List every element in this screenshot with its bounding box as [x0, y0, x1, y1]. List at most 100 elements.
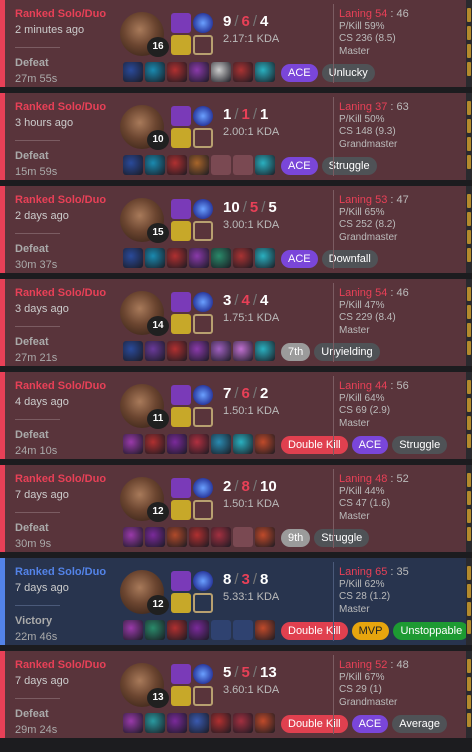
summoner-spell-icon[interactable] [193, 664, 213, 684]
participant-icon[interactable] [467, 194, 471, 208]
item-icon[interactable] [255, 434, 275, 454]
summoner-spell-icon[interactable] [193, 13, 213, 33]
participant-icon[interactable] [467, 44, 471, 58]
item-icon[interactable] [167, 248, 187, 268]
item-icon[interactable] [145, 527, 165, 547]
participant-icon[interactable] [467, 398, 471, 412]
summoner-spell-flash-icon[interactable] [171, 571, 191, 591]
item-icon[interactable] [255, 62, 275, 82]
summoner-spell-icon[interactable] [193, 292, 213, 312]
item-icon[interactable] [167, 713, 187, 733]
item-icon[interactable] [211, 248, 231, 268]
participant-icon[interactable] [467, 62, 471, 76]
item-icon[interactable] [211, 341, 231, 361]
item-icon[interactable] [145, 62, 165, 82]
item-icon[interactable] [189, 248, 209, 268]
item-icon[interactable] [255, 341, 275, 361]
keystone-rune-icon[interactable] [171, 314, 191, 334]
secondary-rune-icon[interactable] [193, 221, 213, 241]
item-icon[interactable] [145, 248, 165, 268]
keystone-rune-icon[interactable] [171, 128, 191, 148]
participant-icon[interactable] [467, 323, 471, 337]
match-card[interactable]: Ranked Solo/Duo 2 days ago Defeat 30m 37s 15… [0, 186, 472, 273]
summoner-spell-flash-icon[interactable] [171, 106, 191, 126]
item-icon[interactable] [189, 155, 209, 175]
participant-icon[interactable] [467, 677, 471, 691]
participant-icon[interactable] [467, 491, 471, 505]
secondary-rune-icon[interactable] [193, 314, 213, 334]
participant-icon[interactable] [467, 434, 471, 448]
participant-icon[interactable] [467, 620, 471, 634]
summoner-spell-flash-icon[interactable] [171, 199, 191, 219]
item-icon[interactable] [211, 527, 231, 547]
item-icon[interactable] [123, 155, 143, 175]
participant-icon[interactable] [467, 287, 471, 301]
secondary-rune-icon[interactable] [193, 686, 213, 706]
match-card[interactable]: Ranked Solo/Duo 3 days ago Defeat 27m 21s 14… [0, 279, 472, 366]
item-icon[interactable] [167, 62, 187, 82]
secondary-rune-icon[interactable] [193, 35, 213, 55]
secondary-rune-icon[interactable] [193, 500, 213, 520]
match-card[interactable]: Ranked Solo/Duo 7 days ago Victory 22m 46s 1… [0, 558, 472, 645]
participant-icon[interactable] [467, 8, 471, 22]
item-icon[interactable] [233, 713, 253, 733]
item-icon[interactable] [233, 62, 253, 82]
item-icon[interactable] [167, 341, 187, 361]
participant-icon[interactable] [467, 602, 471, 616]
item-icon[interactable] [255, 248, 275, 268]
match-card[interactable]: Ranked Solo/Duo 4 days ago Defeat 24m 10s 11… [0, 372, 472, 459]
summoner-spell-flash-icon[interactable] [171, 13, 191, 33]
participant-icon[interactable] [467, 341, 471, 355]
item-icon[interactable] [189, 341, 209, 361]
summoner-spell-flash-icon[interactable] [171, 478, 191, 498]
keystone-rune-icon[interactable] [171, 35, 191, 55]
item-icon[interactable] [211, 62, 231, 82]
keystone-rune-icon[interactable] [171, 407, 191, 427]
summoner-spell-icon[interactable] [193, 106, 213, 126]
keystone-rune-icon[interactable] [171, 221, 191, 241]
summoner-spell-icon[interactable] [193, 571, 213, 591]
keystone-rune-icon[interactable] [171, 686, 191, 706]
keystone-rune-icon[interactable] [171, 500, 191, 520]
item-icon[interactable] [189, 434, 209, 454]
item-icon[interactable] [167, 434, 187, 454]
summoner-spell-icon[interactable] [193, 478, 213, 498]
participant-icon[interactable] [467, 566, 471, 580]
match-card[interactable]: Ranked Solo/Duo 7 days ago Defeat 29m 24s 13… [0, 651, 472, 738]
item-icon[interactable] [255, 527, 275, 547]
item-icon[interactable] [123, 62, 143, 82]
item-icon[interactable] [123, 248, 143, 268]
participant-icon[interactable] [467, 155, 471, 169]
participant-icon[interactable] [467, 212, 471, 226]
item-icon[interactable] [189, 527, 209, 547]
summoner-spell-flash-icon[interactable] [171, 292, 191, 312]
participant-icon[interactable] [467, 380, 471, 394]
participant-icon[interactable] [467, 230, 471, 244]
item-icon[interactable] [233, 434, 253, 454]
item-icon[interactable] [123, 341, 143, 361]
summoner-spell-icon[interactable] [193, 199, 213, 219]
match-card[interactable]: Ranked Solo/Duo 7 days ago Defeat 30m 9s 12 2… [0, 465, 472, 552]
participant-icon[interactable] [467, 695, 471, 709]
item-icon[interactable] [211, 434, 231, 454]
item-icon[interactable] [255, 155, 275, 175]
item-icon[interactable] [145, 341, 165, 361]
participant-icon[interactable] [467, 305, 471, 319]
item-icon[interactable] [255, 713, 275, 733]
keystone-rune-icon[interactable] [171, 593, 191, 613]
participant-icon[interactable] [467, 248, 471, 262]
participant-icon[interactable] [467, 584, 471, 598]
match-card[interactable]: Ranked Solo/Duo 2 minutes ago Defeat 27m 55… [0, 0, 472, 87]
item-icon[interactable] [145, 620, 165, 640]
item-icon[interactable] [233, 248, 253, 268]
participant-icon[interactable] [467, 527, 471, 541]
participant-icon[interactable] [467, 416, 471, 430]
item-icon[interactable] [123, 620, 143, 640]
secondary-rune-icon[interactable] [193, 407, 213, 427]
participant-icon[interactable] [467, 101, 471, 115]
item-icon[interactable] [123, 713, 143, 733]
item-icon[interactable] [255, 620, 275, 640]
secondary-rune-icon[interactable] [193, 593, 213, 613]
participant-icon[interactable] [467, 473, 471, 487]
participant-icon[interactable] [467, 509, 471, 523]
